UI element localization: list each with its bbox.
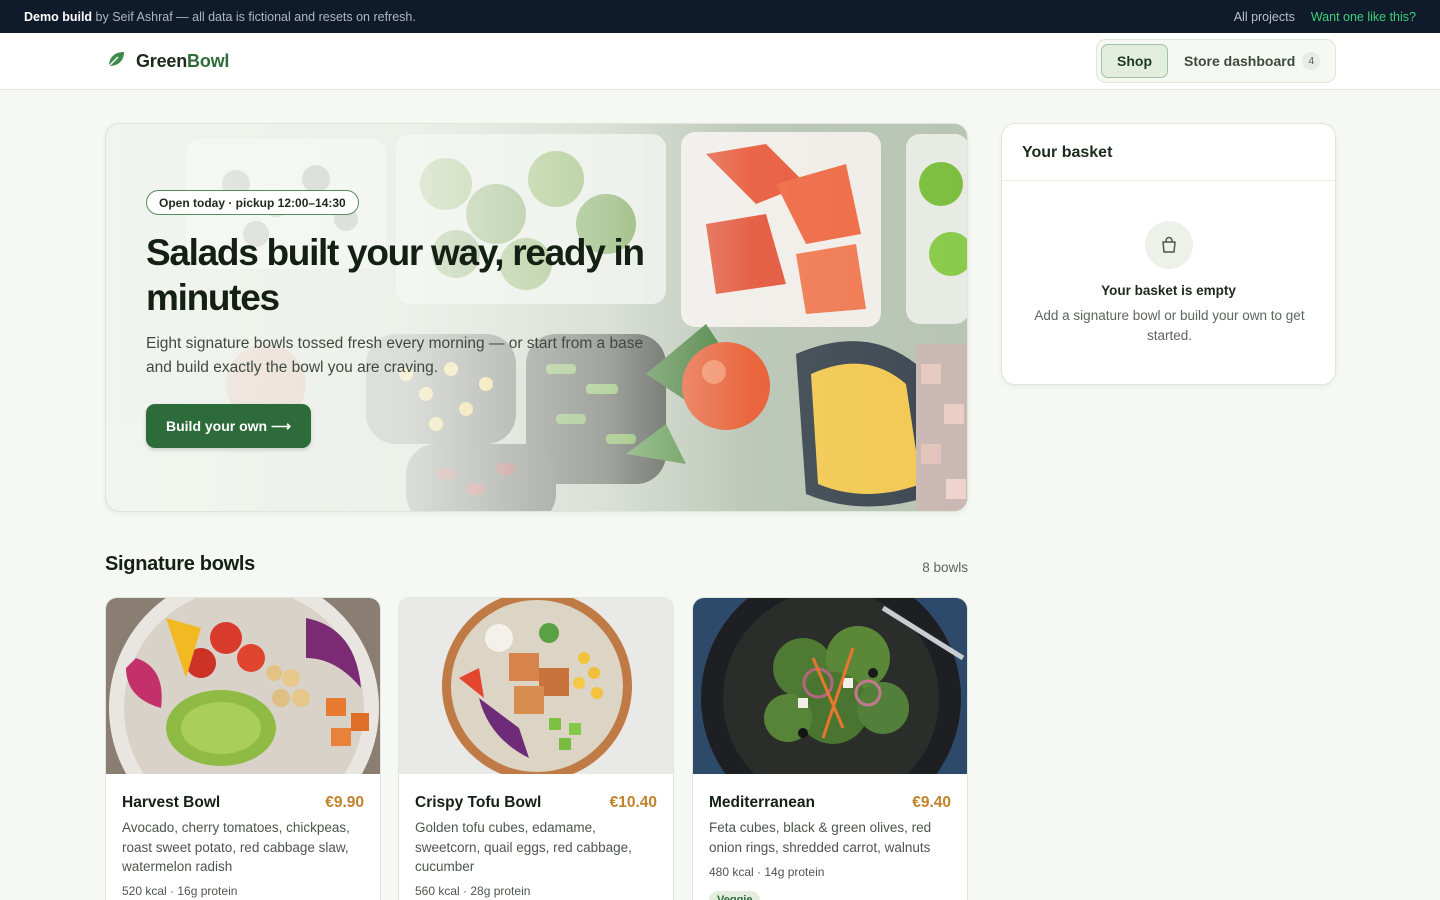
- demo-label: Demo build: [24, 9, 93, 24]
- demo-note: by Seif Ashraf — all data is fictional a…: [95, 9, 416, 24]
- product-price: €9.40: [912, 794, 951, 811]
- product-nutrition: 560 kcal · 28g protein: [415, 884, 531, 898]
- crispy-tofu-bowl-image: [399, 598, 673, 774]
- demo-banner: Demo build by Seif Ashraf — all data is …: [0, 0, 1440, 33]
- dashboard-count-badge: 4: [1302, 52, 1321, 70]
- harvest-bowl-image: [106, 598, 380, 774]
- site-header: GreenBowl Shop Store dashboard 4: [0, 33, 1440, 90]
- basket-title: Your basket: [1002, 124, 1335, 181]
- leaf-icon: [106, 49, 126, 74]
- product-name: Mediterranean: [709, 794, 815, 811]
- product-nutrition: 520 kcal · 16g protein: [122, 884, 238, 898]
- logo[interactable]: GreenBowl: [106, 49, 229, 74]
- hero-banner: Open today · pickup 12:00–14:30 Salads b…: [105, 123, 968, 512]
- nav-shop-button[interactable]: Shop: [1101, 44, 1168, 78]
- build-your-own-button[interactable]: Build your own ⟶: [146, 404, 312, 448]
- product-name: Crispy Tofu Bowl: [415, 794, 542, 811]
- product-nutrition: 480 kcal · 14g protein: [709, 865, 825, 879]
- product-card-harvest-bowl[interactable]: Harvest Bowl €9.90 Avocado, cherry tomat…: [105, 597, 381, 900]
- product-description: Feta cubes, black & green olives, red on…: [709, 820, 932, 855]
- product-card-mediterranean[interactable]: Mediterranean €9.40 Feta cubes, black & …: [692, 597, 968, 900]
- product-description: Avocado, cherry tomatoes, chickpeas, roa…: [122, 820, 350, 874]
- signature-bowls-heading: Signature bowls: [105, 553, 255, 575]
- logo-text-bowl: Bowl: [187, 51, 230, 71]
- product-description: Golden tofu cubes, edamame, sweetcorn, q…: [415, 820, 632, 874]
- product-name: Harvest Bowl: [122, 794, 221, 811]
- shopping-bag-icon: [1145, 221, 1193, 269]
- basket-empty-title: Your basket is empty: [1101, 283, 1236, 298]
- hero-title: Salads built your way, ready in minutes: [146, 232, 645, 318]
- view-switcher: Shop Store dashboard 4: [1096, 39, 1336, 83]
- nav-dashboard-button[interactable]: Store dashboard 4: [1178, 52, 1321, 70]
- basket-panel: Your basket Your basket is empty Add a s…: [1001, 123, 1336, 385]
- mediterranean-bowl-image: [693, 598, 967, 774]
- veggie-tag: Veggie: [709, 891, 761, 900]
- demo-banner-text: Demo build by Seif Ashraf — all data is …: [24, 10, 416, 24]
- bowl-count: 8 bowls: [922, 560, 968, 575]
- open-today-badge: Open today · pickup 12:00–14:30: [146, 190, 359, 215]
- nav-dashboard-label: Store dashboard: [1184, 53, 1296, 69]
- basket-empty-hint: Add a signature bowl or build your own t…: [1034, 308, 1305, 343]
- all-projects-link[interactable]: All projects: [1234, 10, 1295, 24]
- product-card-crispy-tofu-bowl[interactable]: Crispy Tofu Bowl €10.40 Golden tofu cube…: [398, 597, 674, 900]
- product-price: €10.40: [609, 794, 657, 811]
- logo-text-green: Green: [136, 51, 188, 71]
- want-one-link[interactable]: Want one like this?: [1311, 10, 1416, 24]
- product-price: €9.90: [325, 794, 364, 811]
- hero-subtitle: Eight signature bowls tossed fresh every…: [146, 335, 644, 376]
